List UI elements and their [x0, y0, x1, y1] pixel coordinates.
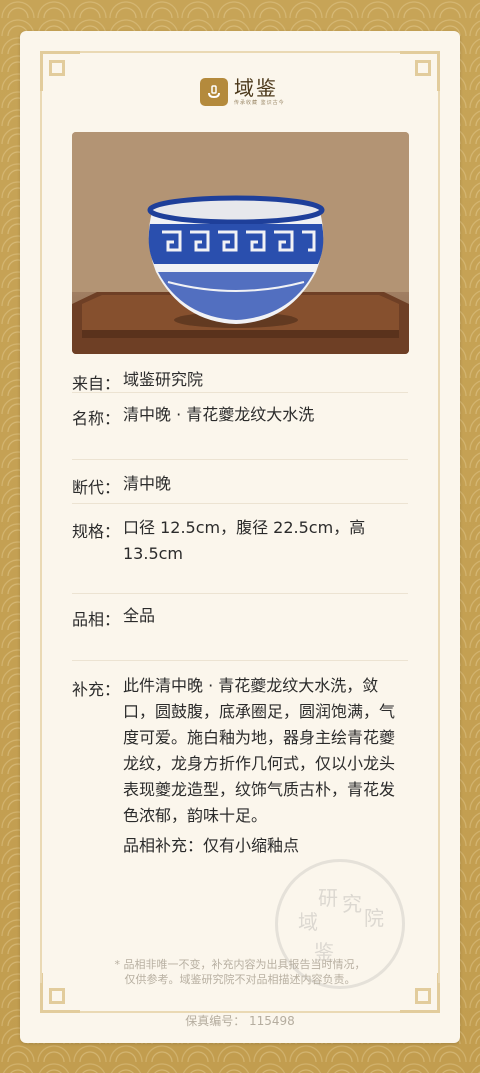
corner-ornament [400, 973, 440, 1013]
field-label: 名称： [72, 409, 121, 428]
frame-line [438, 91, 440, 983]
field-value: 域鉴研究院 [123, 370, 204, 389]
field-row-source: 来自： 域鉴研究院 [72, 354, 408, 393]
item-photo [72, 132, 409, 354]
info-rows: 来自： 域鉴研究院 名称： 清中晚 · 青花夔龙纹大水洗 断代： 清中晚 规格：… [72, 354, 408, 859]
condition-note: 品相补充：仅有小缩釉点 [123, 836, 300, 855]
field-row-name: 名称： 清中晚 · 青花夔龙纹大水洗 [72, 393, 408, 460]
field-row-size: 规格： 口径 12.5cm，腹径 22.5cm，高 13.5cm [72, 504, 408, 594]
field-row-period: 断代： 清中晚 [72, 460, 408, 504]
field-row-notes: 补充： 此件清中晚 · 青花夔龙纹大水洗，敛口，圆鼓腹，底承圈足，圆润饱满，气度… [72, 661, 408, 859]
disclaimer: * 品相非唯一不变，补充内容为出具报告当时情况， 仅供参考。域鉴研究院不对品相描… [114, 958, 366, 986]
field-label: 规格： [72, 522, 121, 541]
corner-ornament [40, 973, 80, 1013]
field-label: 来自： [72, 374, 121, 393]
field-row-condition: 品相： 全品 [72, 594, 408, 661]
brand-logo: 域鉴 传承收藏 鉴识古今 [200, 77, 285, 106]
corner-ornament [40, 51, 80, 91]
field-label: 断代： [72, 478, 121, 497]
brand-name: 域鉴 [234, 76, 278, 100]
field-value: 口径 12.5cm，腹径 22.5cm，高 13.5cm [123, 518, 366, 563]
field-value: 清中晚 [123, 474, 172, 493]
frame-line [40, 91, 42, 983]
logo-icon [200, 77, 228, 106]
field-label: 品相： [72, 610, 121, 629]
field-value: 此件清中晚 · 青花夔龙纹大水洗，敛口，圆鼓腹，底承圈足，圆润饱满，气度可爱。施… [123, 676, 396, 825]
brand-slogan: 传承收藏 鉴识古今 [234, 100, 285, 106]
corner-ornament [400, 51, 440, 91]
field-label: 补充： [72, 680, 121, 699]
frame-line [80, 51, 400, 53]
serial-number: 保真编号： 115498 [185, 1014, 295, 1028]
certificate-card: 域鉴 传承收藏 鉴识古今 来自： 域鉴研究院 名称： 清中晚 · 青花夔龙纹大水… [20, 31, 460, 1043]
field-value: 清中晚 · 青花夔龙纹大水洗 [123, 405, 315, 424]
field-value: 全品 [123, 606, 156, 625]
